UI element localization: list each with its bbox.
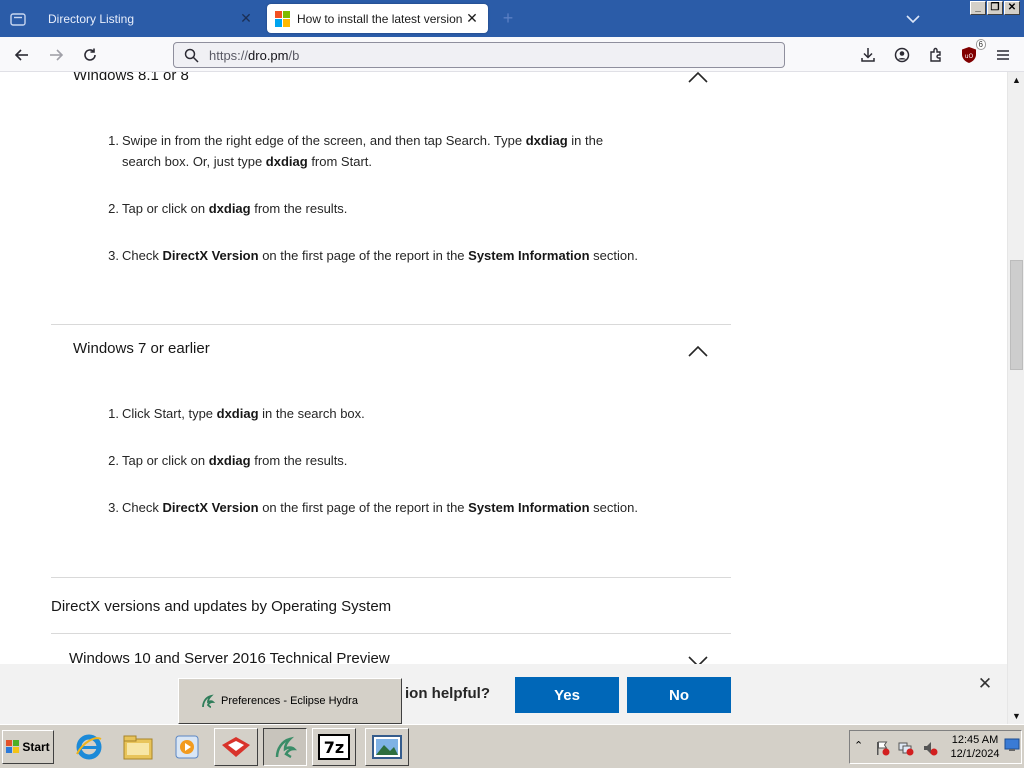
taskbar-image-viewer[interactable] — [365, 728, 409, 766]
clock-time: 12:45 AM — [951, 734, 999, 746]
media-player-icon — [175, 735, 199, 759]
taskbar-7zip[interactable]: 7z — [312, 728, 356, 766]
step-number: 2. — [108, 201, 119, 216]
step-text: Click Start, type dxdiag in the search b… — [122, 406, 365, 421]
window-controls: _ ❐ ✕ — [970, 1, 1020, 15]
address-bar[interactable]: https://dro.pm/b — [173, 42, 785, 68]
step-number: 1. — [108, 133, 119, 148]
forward-icon[interactable] — [43, 42, 69, 68]
tab-directx-article[interactable]: How to install the latest version of ✕ — [267, 4, 488, 33]
new-tab-icon[interactable]: + — [497, 8, 519, 30]
accordion-windows-8: Windows 8.1 or 8 1. Swipe in from the rig… — [51, 72, 731, 324]
windows-logo-icon — [6, 740, 20, 753]
menu-icon[interactable] — [990, 42, 1016, 68]
eclipse-hydra-icon — [202, 694, 216, 708]
chevron-up-icon[interactable] — [687, 72, 709, 84]
show-desktop-icon[interactable] — [1004, 737, 1020, 753]
minimize-button[interactable]: _ — [970, 1, 986, 15]
system-tray: ⌃ 12:45 AM 12/1/2024 — [849, 730, 1022, 764]
step-text: Check DirectX Version on the first page … — [122, 500, 638, 515]
taskbar-window-preview[interactable]: Preferences - Eclipse Hydra — [178, 678, 402, 724]
chevron-down-icon[interactable] — [902, 9, 924, 29]
navigation-toolbar: https://dro.pm/b uO 6 — [0, 37, 1024, 72]
close-window-button[interactable]: ✕ — [1004, 1, 1020, 15]
taskbar-eclipse-hydra[interactable] — [263, 728, 307, 766]
url-scheme: https:// — [209, 47, 249, 63]
tab-title: Directory Listing — [48, 11, 135, 26]
scroll-down-icon[interactable]: ▼ — [1008, 708, 1024, 724]
close-icon[interactable]: ✕ — [975, 674, 995, 694]
url-text: https://dro.pm/b — [209, 48, 299, 63]
image-viewer-icon — [372, 735, 402, 759]
internet-explorer-icon — [76, 734, 102, 760]
clock-date: 12/1/2024 — [950, 748, 1000, 760]
clock[interactable]: 12:45 AM 12/1/2024 — [946, 733, 1004, 761]
chevron-up-icon[interactable]: ⌃ — [854, 739, 870, 755]
restore-button[interactable]: ❐ — [987, 1, 1003, 15]
start-button[interactable]: Start — [2, 730, 54, 764]
start-label: Start — [22, 740, 50, 754]
tab-directory-listing[interactable]: Directory Listing ✕ — [36, 4, 262, 33]
step-text: Tap or click on dxdiag from the results. — [122, 201, 348, 216]
tab-title: How to install the latest version of — [297, 11, 462, 26]
taskbar: Start 7z ⌃ 12:45 AM 12/1/2024 — [0, 724, 1024, 768]
accordion-title[interactable]: Windows 7 or earlier — [73, 340, 210, 357]
url-path: /b — [288, 47, 300, 63]
reload-icon[interactable] — [77, 42, 103, 68]
divider — [51, 577, 731, 578]
network-icon[interactable] — [898, 740, 914, 756]
step-number: 2. — [108, 453, 119, 468]
scroll-up-icon[interactable]: ▲ — [1008, 72, 1024, 88]
accordion-windows-7: Windows 7 or earlier 1. Click Start, type… — [51, 325, 731, 577]
step-number: 1. — [108, 406, 119, 421]
feedback-bar: ion helpful? Yes No ✕ — [0, 664, 1007, 724]
tab-bar: Directory Listing ✕ How to install the l… — [0, 0, 1024, 37]
svg-text:7z: 7z — [324, 738, 344, 757]
step-text: Check DirectX Version on the first page … — [122, 248, 638, 263]
close-icon[interactable]: ✕ — [236, 9, 256, 29]
step-text: Swipe in from the right edge of the scre… — [122, 133, 604, 169]
no-button[interactable]: No — [627, 677, 731, 713]
step-text: Tap or click on dxdiag from the results. — [122, 453, 348, 468]
close-icon[interactable]: ✕ — [462, 9, 482, 29]
eclipse-hydra-icon — [275, 736, 298, 759]
folder-icon — [123, 735, 153, 760]
scrollbar-thumb[interactable] — [1010, 260, 1023, 370]
preview-label: Preferences - Eclipse Hydra — [221, 695, 358, 707]
search-icon — [184, 48, 199, 63]
downloads-icon[interactable] — [855, 42, 881, 68]
yes-button[interactable]: Yes — [515, 677, 619, 713]
taskbar-internet-explorer[interactable] — [67, 728, 111, 766]
page-scrollbar[interactable]: ▲ ▼ — [1007, 72, 1024, 724]
extension-badge: 6 — [975, 39, 986, 50]
svg-text:uO: uO — [965, 53, 974, 60]
feedback-question: ion helpful? — [405, 685, 490, 702]
chevron-up-icon[interactable] — [687, 344, 709, 358]
microsoft-logo-icon — [275, 10, 291, 27]
taskbar-red-app[interactable] — [214, 728, 258, 766]
taskbar-file-explorer[interactable] — [116, 728, 160, 766]
volume-icon[interactable] — [922, 740, 938, 756]
ublock-origin-icon[interactable]: uO 6 — [956, 39, 986, 68]
url-host: dro.pm — [248, 47, 289, 63]
versions-heading: DirectX versions and updates by Operatin… — [51, 598, 392, 615]
back-icon[interactable] — [9, 42, 35, 68]
action-center-flag-icon[interactable] — [874, 740, 890, 756]
red-box-app-icon — [222, 737, 250, 757]
step-number: 3. — [108, 248, 119, 263]
extensions-icon[interactable] — [923, 42, 949, 68]
accordion-title[interactable]: Windows 8.1 or 8 — [73, 72, 189, 84]
page-viewport: Windows 8.1 or 8 1. Swipe in from the rig… — [0, 72, 1007, 724]
tab-list-icon[interactable] — [6, 7, 30, 31]
account-icon[interactable] — [889, 42, 915, 68]
7zip-icon: 7z — [318, 734, 350, 760]
taskbar-media-player[interactable] — [165, 728, 209, 766]
step-number: 3. — [108, 500, 119, 515]
